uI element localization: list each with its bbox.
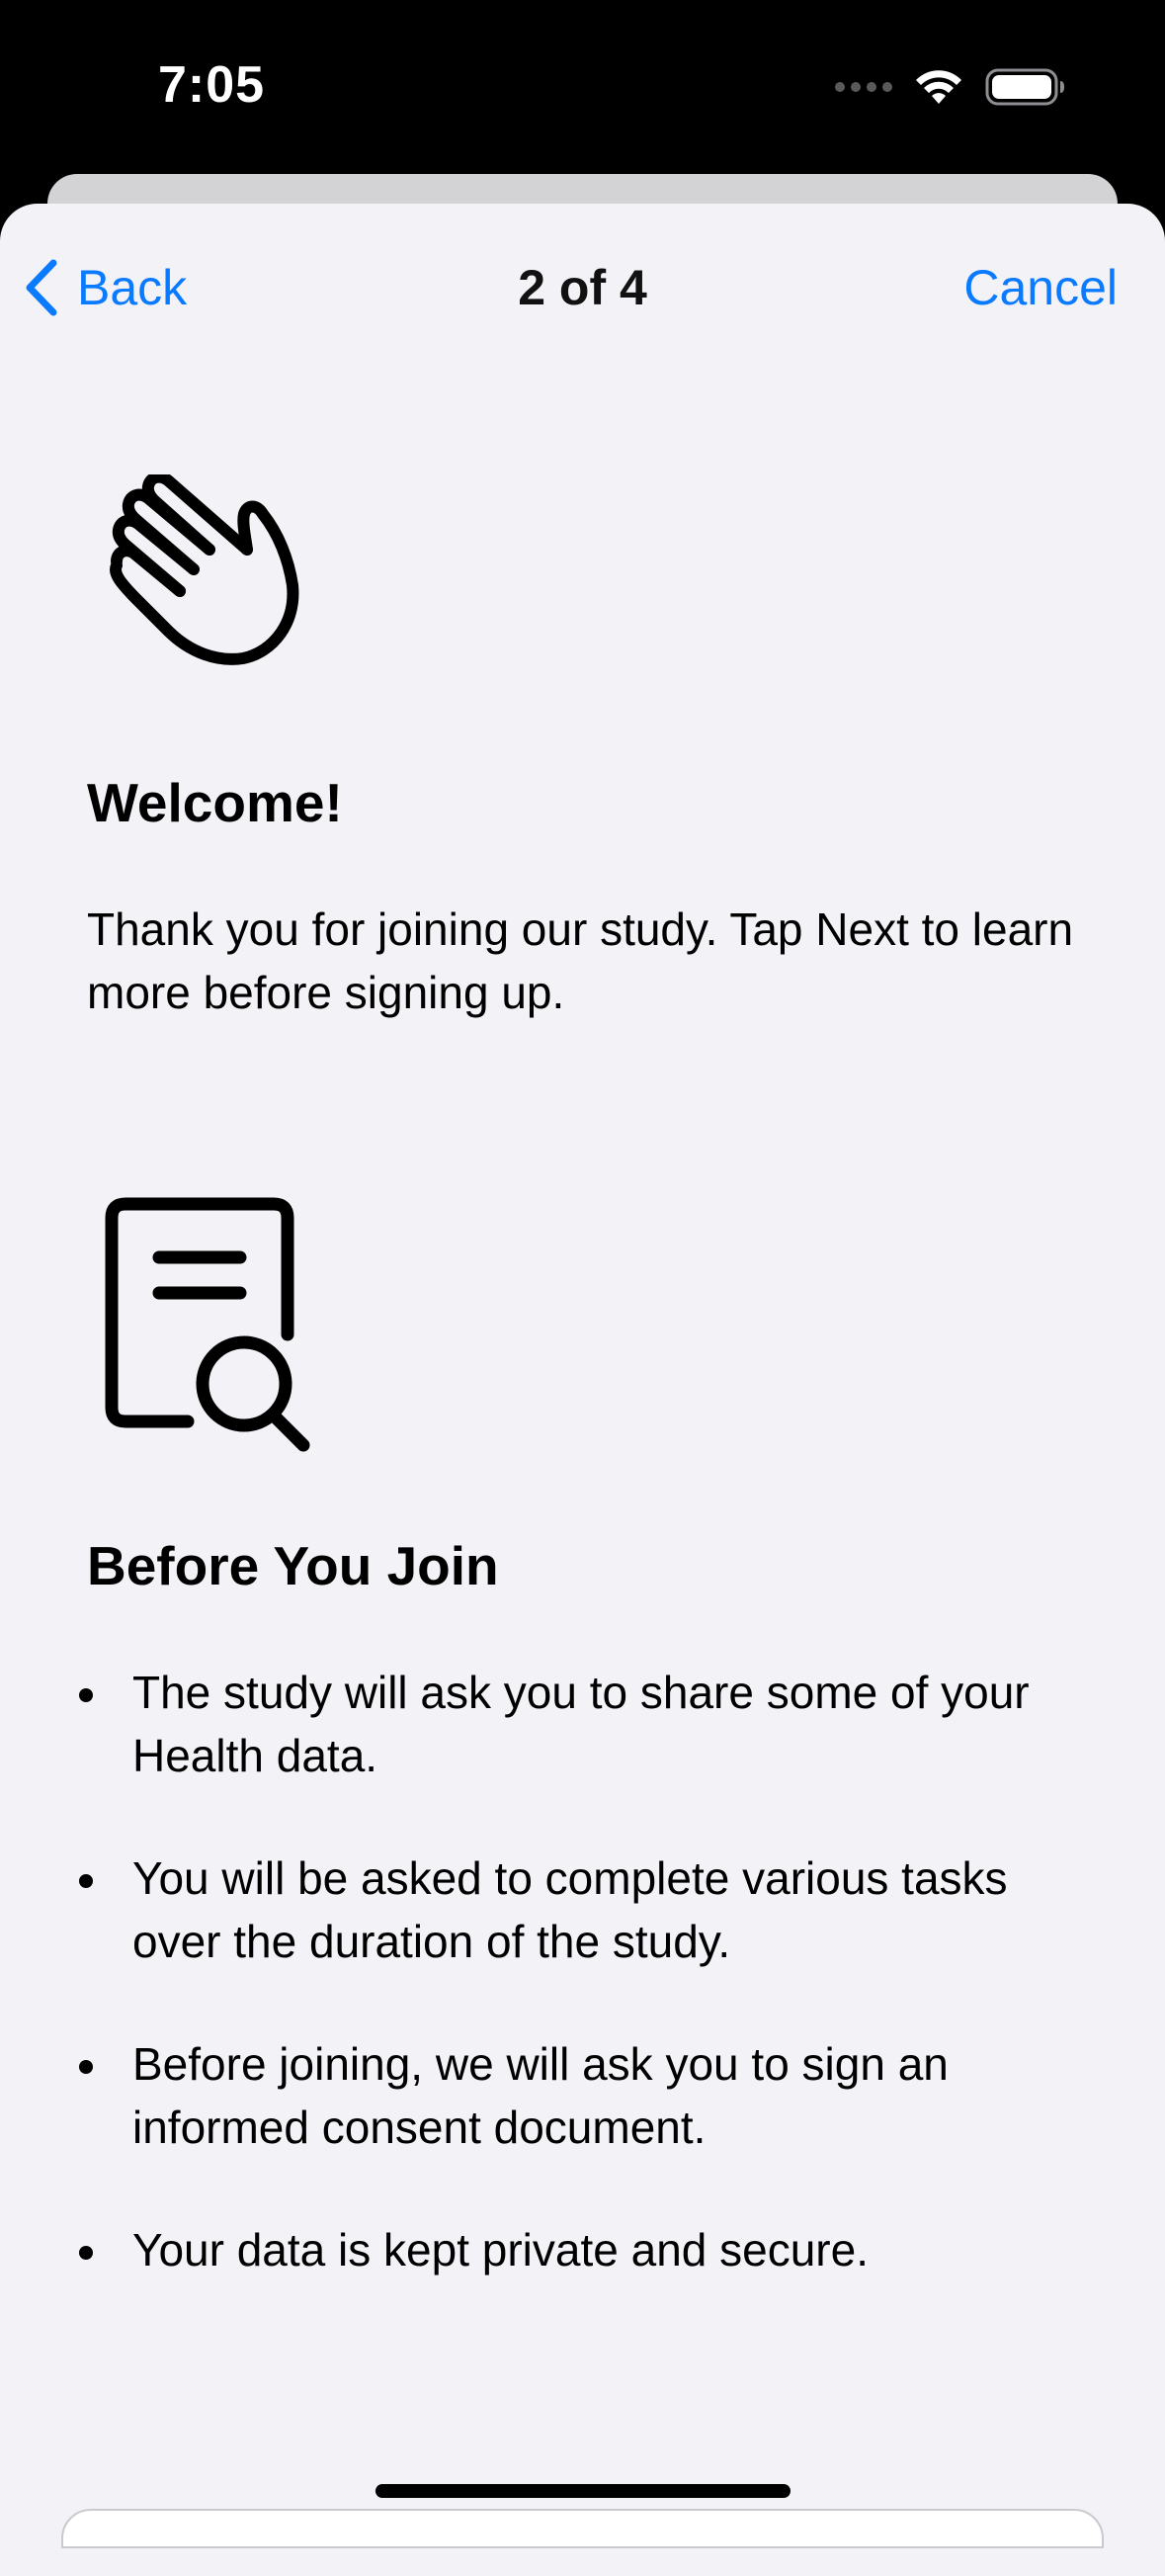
bullet-icon <box>79 1688 93 1702</box>
before-join-title: Before You Join <box>87 1535 499 1596</box>
status-icons <box>835 65 1066 109</box>
document-search-icon <box>105 1197 310 1452</box>
battery-icon <box>985 68 1064 106</box>
welcome-title: Welcome! <box>87 772 343 833</box>
bottom-button-card[interactable] <box>61 2509 1104 2548</box>
bullet-icon <box>79 2060 93 2074</box>
status-bar: 7:05 <box>0 0 1165 178</box>
bullet-icon <box>79 2246 93 2260</box>
wifi-icon <box>916 70 961 104</box>
welcome-body: Thank you for joining our study. Tap Nex… <box>87 903 1074 1018</box>
list-item: You will be asked to complete various ta… <box>79 1846 1107 1973</box>
bullet-icon <box>79 1874 93 1888</box>
before-join-list: The study will ask you to share some of … <box>79 1661 1107 2341</box>
list-item: Before joining, we will ask you to sign … <box>79 2032 1107 2159</box>
list-item: The study will ask you to share some of … <box>79 1661 1107 1787</box>
list-item: Your data is kept private and secure. <box>79 2218 1107 2281</box>
cancel-button[interactable]: Cancel <box>963 253 1118 322</box>
home-indicator[interactable] <box>375 2484 791 2498</box>
status-time: 7:05 <box>158 56 266 114</box>
cellular-signal-icon <box>835 82 892 92</box>
hand-wave-icon <box>110 474 299 665</box>
